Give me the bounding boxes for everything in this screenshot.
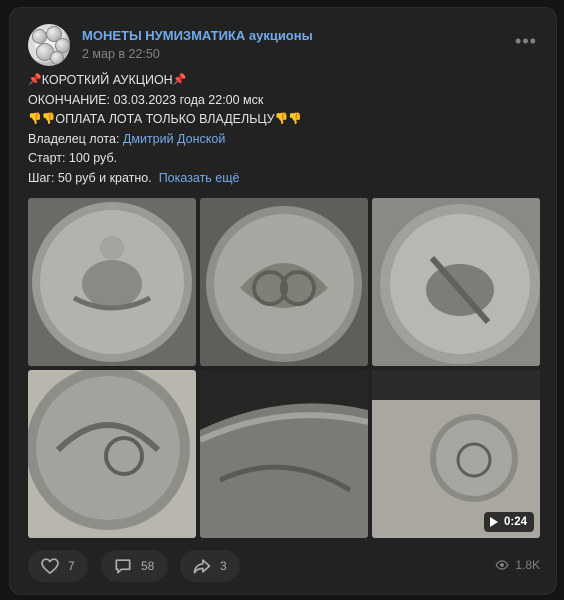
- share-icon: [193, 559, 211, 574]
- eye-icon: [495, 560, 509, 570]
- photo-gallery: 0:24: [28, 198, 540, 538]
- share-count: 3: [220, 559, 227, 573]
- owner-label: Владелец лота:: [28, 131, 123, 146]
- post-card: МОНЕТЫ НУМИЗМАТИКА аукционы 2 мар в 22:5…: [9, 7, 557, 595]
- pushpin-icon: 📌: [172, 74, 187, 86]
- views-counter: 1.8K: [495, 558, 540, 572]
- post-header: МОНЕТЫ НУМИЗМАТИКА аукционы 2 мар в 22:5…: [28, 24, 540, 68]
- bid-step: Шаг: 50 руб и кратно.: [28, 170, 152, 185]
- share-button[interactable]: 3: [180, 550, 240, 582]
- thumbs-down-icon: 👎: [274, 113, 289, 125]
- comment-button[interactable]: 58: [101, 550, 168, 582]
- text-line-payment: 👎👎ОПЛАТА ЛОТА ТОЛЬКО ВЛАДЕЛЬЦУ👎👎: [28, 110, 540, 130]
- group-name-link[interactable]: МОНЕТЫ НУМИЗМАТИКА аукционы: [82, 28, 313, 43]
- auction-end: ОКОНЧАНИЕ: 03.03.2023 года 22:00 мск: [28, 92, 264, 107]
- post-actions: 7 58 3 1.8K: [28, 550, 540, 584]
- start-price: Старт: 100 руб.: [28, 151, 118, 165]
- group-avatar[interactable]: [28, 24, 70, 66]
- text-line-owner: Владелец лота: Дмитрий Донской: [28, 130, 540, 150]
- owner-link[interactable]: Дмитрий Донской: [123, 132, 225, 146]
- heart-icon: [41, 558, 59, 575]
- coin-photo-3[interactable]: [372, 198, 540, 366]
- video-duration-badge: 0:24: [483, 512, 534, 532]
- show-more-link[interactable]: Показать ещё: [159, 171, 240, 185]
- like-count: 7: [68, 559, 75, 573]
- auction-title: КОРОТКИЙ АУКЦИОН: [41, 73, 173, 87]
- text-line-title: 📌КОРОТКИЙ АУКЦИОН📌: [28, 71, 540, 91]
- pushpin-icon: 📌: [28, 74, 42, 86]
- thumbs-down-icon: 👎: [41, 113, 56, 125]
- text-line-step: Шаг: 50 руб и кратно. Показать ещё: [28, 169, 540, 189]
- coin-video[interactable]: 0:24: [372, 370, 540, 538]
- thumbs-down-icon: 👎: [28, 113, 42, 125]
- view-count: 1.8K: [515, 558, 540, 572]
- post-text: 📌КОРОТКИЙ АУКЦИОН📌 ОКОНЧАНИЕ: 03.03.2023…: [28, 71, 540, 188]
- comment-count: 58: [141, 559, 155, 573]
- more-horizontal-icon[interactable]: •••: [514, 32, 538, 54]
- comment-icon: [115, 559, 131, 574]
- coin-photo-2[interactable]: [200, 198, 368, 366]
- post-time[interactable]: 2 мар в 22:50: [82, 47, 160, 61]
- coin-photo-1[interactable]: [28, 198, 196, 366]
- video-duration: 0:24: [503, 516, 527, 528]
- thumbs-down-icon: 👎: [288, 113, 303, 125]
- coin-photo-5[interactable]: [200, 370, 368, 538]
- payment-note: ОПЛАТА ЛОТА ТОЛЬКО ВЛАДЕЛЬЦУ: [55, 112, 275, 126]
- play-icon: [489, 517, 498, 527]
- like-button[interactable]: 7: [28, 550, 88, 582]
- coin-photo-4[interactable]: [28, 370, 196, 538]
